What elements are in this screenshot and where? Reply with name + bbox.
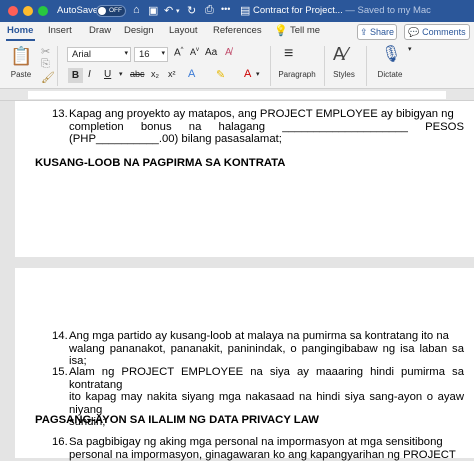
comment-icon: 💬 <box>408 27 423 37</box>
document-icon: ▤ <box>240 5 251 17</box>
tab-design[interactable]: Design <box>124 25 154 36</box>
maximize-window-button[interactable] <box>38 6 48 16</box>
decrease-font-icon[interactable]: Av <box>190 47 199 57</box>
change-case-icon[interactable]: Aa <box>205 47 217 58</box>
active-tab-indicator <box>6 39 35 41</box>
ruler-active-area <box>28 91 446 99</box>
minimize-window-button[interactable] <box>23 6 33 16</box>
saved-status: — Saved to my Mac <box>345 5 431 16</box>
share-button[interactable]: ⇪ Share <box>357 24 397 40</box>
paragraph-icon[interactable]: ≡ <box>284 45 293 63</box>
format-painter-icon[interactable]: 🖌 <box>41 71 55 84</box>
divider <box>366 46 367 86</box>
divider <box>270 46 271 86</box>
section-heading: PAGSANG-AYON SA ILALIM NG DATA PRIVACY L… <box>35 414 319 426</box>
autosave-label: AutoSave <box>57 5 99 16</box>
autosave-toggle[interactable]: OFF <box>96 5 126 17</box>
ribbon-tabs: Home Insert Draw Design Layout Reference… <box>0 22 474 42</box>
cut-icon[interactable]: ✂ <box>41 45 50 58</box>
home-icon[interactable]: ⌂ <box>133 4 140 16</box>
chevron-down-icon[interactable]: ▾ <box>408 45 412 53</box>
save-icon[interactable]: ▣ <box>148 4 158 17</box>
tab-insert[interactable]: Insert <box>48 25 72 36</box>
close-window-button[interactable] <box>8 6 18 16</box>
title-bar: AutoSave OFF ⌂ ▣ ↶ ▾ ↻ ⎙ ••• ▤ Contract … <box>0 0 474 22</box>
strikethrough-icon[interactable]: abc <box>130 69 145 79</box>
paragraph-label[interactable]: Paragraph <box>276 70 318 79</box>
text-effects-icon[interactable]: A <box>188 68 195 80</box>
superscript-icon[interactable]: x² <box>168 69 176 79</box>
list-item-text: Ang mga partido ay kusang-loob at malaya… <box>69 330 464 368</box>
italic-button[interactable]: I <box>88 69 91 80</box>
font-name-select[interactable]: Arial ▾ <box>67 47 131 62</box>
copy-icon[interactable]: ⎘ <box>41 58 50 71</box>
document-page[interactable]: 14. Ang mga partido ay kusang-loob at ma… <box>15 268 474 461</box>
tab-layout[interactable]: Layout <box>169 25 198 36</box>
font-color-icon[interactable]: A <box>244 68 251 80</box>
styles-icon[interactable]: A⁄ <box>333 44 348 65</box>
chevron-down-icon[interactable]: ▾ <box>256 70 260 78</box>
chevron-down-icon[interactable]: ▾ <box>119 70 123 78</box>
ruler[interactable] <box>0 89 474 101</box>
underline-button[interactable]: U <box>104 69 111 80</box>
styles-label[interactable]: Styles <box>329 70 359 79</box>
microphone-icon[interactable]: 🎙 <box>381 44 401 64</box>
chevron-down-icon: ▾ <box>124 50 128 57</box>
clear-formatting-icon[interactable]: A̸ <box>225 47 232 58</box>
subscript-icon[interactable]: x₂ <box>151 69 159 79</box>
paste-icon[interactable]: 📋 <box>10 46 32 68</box>
increase-font-icon[interactable]: A^ <box>174 47 184 58</box>
share-icon: ⇪ <box>359 27 370 37</box>
list-number: 15. <box>52 366 68 378</box>
highlight-icon[interactable]: ✎ <box>216 68 225 81</box>
divider <box>324 46 325 86</box>
paste-label[interactable]: Paste <box>8 70 34 79</box>
tab-draw[interactable]: Draw <box>89 25 111 36</box>
print-icon[interactable]: ⎙ <box>205 4 214 17</box>
section-heading: KUSANG-LOOB NA PAGPIRMA SA KONTRATA <box>35 157 286 169</box>
list-number: 16. <box>52 436 68 448</box>
tab-home[interactable]: Home <box>7 25 33 36</box>
tab-references[interactable]: References <box>213 25 262 36</box>
font-size-select[interactable]: 16 ▾ <box>134 47 168 62</box>
comments-button[interactable]: 💬 Comments <box>404 24 470 40</box>
undo-icon[interactable]: ↶ <box>164 4 173 17</box>
ribbon-home: 📋 Paste ✂ ⎘ 🖌 Arial ▾ 16 ▾ A^ Av Aa A̸ B I… <box>0 42 474 89</box>
document-title: Contract for Project... — Saved to my Ma… <box>253 5 431 16</box>
list-item-text: Kapag ang proyekto ay matapos, ang PROJE… <box>69 108 464 146</box>
list-item-text: Sa pagbibigay ng aking mga personal na i… <box>69 436 456 461</box>
lightbulb-icon: 💡 <box>274 25 288 37</box>
list-number: 14. <box>52 330 68 342</box>
tell-me-search[interactable]: Tell me <box>290 25 320 36</box>
undo-dropdown-icon[interactable]: ▾ <box>176 7 180 15</box>
chevron-down-icon: ▾ <box>161 50 165 57</box>
dictate-label[interactable]: Dictate <box>374 70 406 79</box>
more-icon[interactable]: ••• <box>221 4 230 14</box>
list-number: 13. <box>52 108 68 120</box>
divider <box>57 46 58 86</box>
bold-button[interactable]: B <box>68 68 83 83</box>
redo-icon[interactable]: ↻ <box>187 4 196 17</box>
document-page[interactable]: 13. Kapag ang proyekto ay matapos, ang P… <box>15 101 474 257</box>
